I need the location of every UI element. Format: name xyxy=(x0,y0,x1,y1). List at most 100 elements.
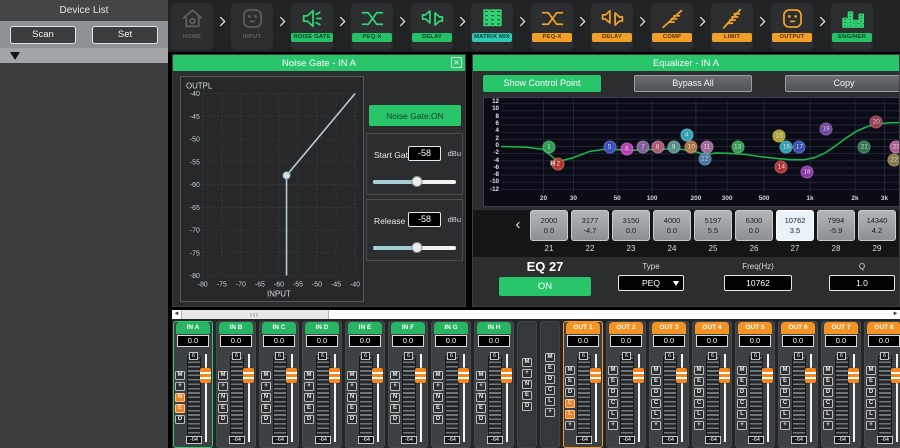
channel-tab-in-d[interactable]: IN D xyxy=(305,322,339,334)
channel-btn-plus[interactable]: + xyxy=(780,421,790,430)
channel-tab-out-3[interactable]: OUT 3 xyxy=(652,322,686,334)
channel-fader[interactable] xyxy=(848,352,859,444)
channel-tab-in-g[interactable]: IN G xyxy=(434,322,468,334)
channel-btn-plus[interactable]: + xyxy=(347,382,357,391)
master-btn-e[interactable]: E xyxy=(545,364,555,373)
channel-btn-plus[interactable]: + xyxy=(565,421,575,430)
channel-btn-l[interactable]: L xyxy=(608,410,618,419)
close-icon[interactable]: ✕ xyxy=(451,57,462,68)
channel-btn-e[interactable]: E xyxy=(651,377,661,386)
channel-btn-m[interactable]: M xyxy=(347,371,357,380)
channel-tab-in-f[interactable]: IN F xyxy=(391,322,425,334)
eq-band-cell[interactable]: 107623.5 xyxy=(776,210,814,241)
eq-band-cell[interactable]: 143404.2 xyxy=(858,210,896,241)
channel-gain-value[interactable]: 0.0 xyxy=(739,335,771,347)
channel-gain-value[interactable]: 0.0 xyxy=(392,335,424,347)
channel-fader[interactable] xyxy=(891,352,900,444)
eq-point-16[interactable]: 16 xyxy=(780,140,793,153)
channel-btn-m[interactable]: M xyxy=(218,371,228,380)
channel-btn-plus[interactable]: + xyxy=(866,421,876,430)
chain-peq-x-3[interactable]: PEQ-X xyxy=(351,3,393,50)
eq-point-20[interactable]: 20 xyxy=(870,116,883,129)
channel-btn-n[interactable]: N xyxy=(175,393,185,402)
channel-btn-d[interactable]: D xyxy=(390,415,400,424)
copy-button[interactable]: Copy xyxy=(785,75,900,92)
eq-point-12[interactable]: 12 xyxy=(698,153,711,166)
eq-point-13[interactable]: 13 xyxy=(731,140,744,153)
band-on-button[interactable]: ON xyxy=(499,277,591,296)
channel-btn-d[interactable]: D xyxy=(476,415,486,424)
channel-btn-e[interactable]: E xyxy=(261,404,271,413)
eq-point-9[interactable]: 9 xyxy=(667,140,680,153)
channel-fader[interactable] xyxy=(372,352,383,444)
channel-btn-plus[interactable]: + xyxy=(175,382,185,391)
channel-tab-in-a[interactable]: IN A xyxy=(176,322,210,334)
channel-tab-in-c[interactable]: IN C xyxy=(262,322,296,334)
channel-btn-plus[interactable]: + xyxy=(608,421,618,430)
channel-fader[interactable] xyxy=(762,352,773,444)
channel-gain-value[interactable]: 0.0 xyxy=(263,335,295,347)
master-btn-plus[interactable]: + xyxy=(545,408,555,417)
eq-point-10[interactable]: 10 xyxy=(685,140,698,153)
chain-noise-gate-2[interactable]: NOISE GATE xyxy=(291,3,333,50)
mixer-scrollbar[interactable]: ◄ ► xyxy=(172,310,900,319)
channel-fader[interactable] xyxy=(633,352,644,444)
channel-btn-m[interactable]: M xyxy=(694,366,704,375)
channel-btn-c[interactable]: C xyxy=(565,399,575,408)
eq-point-8[interactable]: 8 xyxy=(651,140,664,153)
chain-home-0[interactable]: HOME xyxy=(171,3,213,50)
master-btn-m[interactable]: M xyxy=(545,353,555,362)
channel-btn-m[interactable]: M xyxy=(608,366,618,375)
channel-gain-value[interactable]: 0.0 xyxy=(220,335,252,347)
channel-fader[interactable] xyxy=(719,352,730,444)
channel-btn-plus[interactable]: + xyxy=(476,382,486,391)
channel-gain-value[interactable]: 0.0 xyxy=(868,335,900,347)
fader-handle[interactable] xyxy=(372,368,383,383)
channel-btn-e[interactable]: E xyxy=(347,404,357,413)
chain-limit-9[interactable]: LIMIT xyxy=(711,3,753,50)
channel-btn-m[interactable]: M xyxy=(304,371,314,380)
channel-tab-out-2[interactable]: OUT 2 xyxy=(609,322,643,334)
channel-btn-m[interactable]: M xyxy=(737,366,747,375)
fader-handle[interactable] xyxy=(891,368,900,383)
channel-btn-n[interactable]: N xyxy=(261,393,271,402)
channel-btn-d[interactable]: D xyxy=(347,415,357,424)
band-prev-arrow-icon[interactable]: ‹ xyxy=(511,210,525,241)
channel-gain-value[interactable]: 0.0 xyxy=(306,335,338,347)
channel-btn-m[interactable]: M xyxy=(433,371,443,380)
channel-btn-n[interactable]: N xyxy=(476,393,486,402)
channel-btn-e[interactable]: E xyxy=(694,377,704,386)
master-btn-n[interactable]: N xyxy=(522,380,532,389)
channel-btn-plus[interactable]: + xyxy=(694,421,704,430)
eq-band-cell[interactable]: 63000.0 xyxy=(735,210,773,241)
channel-btn-plus[interactable]: + xyxy=(261,382,271,391)
fader-handle[interactable] xyxy=(501,368,512,383)
freq-input[interactable]: 10762 xyxy=(724,275,792,291)
eq-point-22[interactable]: 22 xyxy=(888,154,900,167)
channel-btn-plus[interactable]: + xyxy=(218,382,228,391)
channel-btn-m[interactable]: M xyxy=(390,371,400,380)
fader-handle[interactable] xyxy=(633,368,644,383)
chain-delay-4[interactable]: DELAY xyxy=(411,3,453,50)
channel-fader[interactable] xyxy=(329,352,340,444)
eq-band-cell[interactable]: 31500.0 xyxy=(612,210,650,241)
channel-btn-e[interactable]: E xyxy=(608,377,618,386)
channel-fader[interactable] xyxy=(590,352,601,444)
fader-handle[interactable] xyxy=(805,368,816,383)
chain-output-10[interactable]: OUTPUT xyxy=(771,3,813,50)
fader-handle[interactable] xyxy=(458,368,469,383)
chain-input-1[interactable]: INPUT xyxy=(231,3,273,50)
channel-tab-out-5[interactable]: OUT 5 xyxy=(738,322,772,334)
channel-gain-value[interactable]: 0.0 xyxy=(478,335,510,347)
master-btn-d[interactable]: D xyxy=(522,402,532,411)
channel-btn-l[interactable]: L xyxy=(823,410,833,419)
eq-point-14[interactable]: 14 xyxy=(775,160,788,173)
chain-delay-7[interactable]: DELAY xyxy=(591,3,633,50)
channel-btn-m[interactable]: M xyxy=(823,366,833,375)
fader-handle[interactable] xyxy=(762,368,773,383)
channel-btn-l[interactable]: L xyxy=(737,410,747,419)
channel-btn-d[interactable]: D xyxy=(780,388,790,397)
channel-tab-out-7[interactable]: OUT 7 xyxy=(824,322,858,334)
noise-gate-power-button[interactable]: Noise Gate:ON xyxy=(369,105,461,126)
eq-point-5[interactable]: 5 xyxy=(603,140,616,153)
